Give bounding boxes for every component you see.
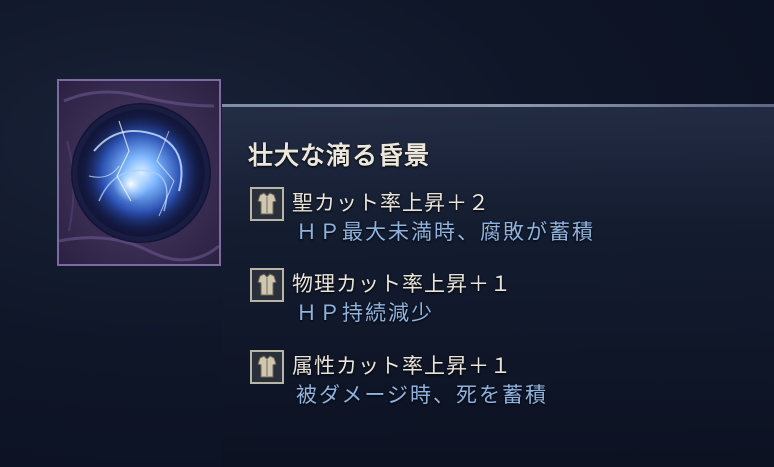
armor-icon bbox=[250, 350, 284, 384]
effect-description: ＨＰ持続減少 bbox=[296, 301, 434, 325]
effect-description: 被ダメージ時、死を蓄積 bbox=[296, 383, 548, 407]
blue-storm-orb-icon bbox=[59, 90, 219, 262]
item-image-frame[interactable] bbox=[57, 79, 221, 266]
armor-icon bbox=[250, 187, 284, 221]
armor-icon bbox=[250, 268, 284, 302]
effect-name: 属性カット率上昇＋１ bbox=[292, 354, 512, 378]
effect-name: 物理カット率上昇＋１ bbox=[292, 272, 512, 296]
effect-description: ＨＰ最大未満時、腐敗が蓄積 bbox=[296, 220, 595, 244]
panel-divider bbox=[222, 104, 774, 107]
item-name: 壮大な滴る昏景 bbox=[248, 141, 431, 170]
effect-name: 聖カット率上昇＋２ bbox=[292, 191, 490, 215]
